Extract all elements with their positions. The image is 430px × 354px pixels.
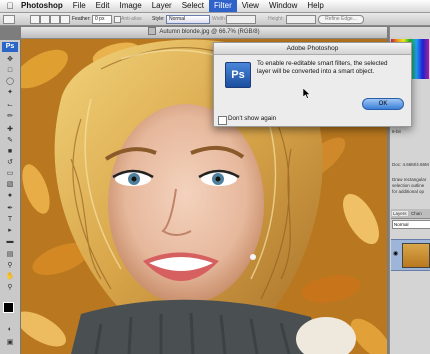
dodge-tool-icon[interactable]: ● bbox=[3, 191, 17, 200]
feather-input[interactable]: 0 px bbox=[92, 15, 112, 24]
document-title: Autumn blonde.jpg @ 66.7% (RGB/8) bbox=[159, 29, 260, 35]
layer-thumbnail bbox=[402, 243, 430, 268]
hand-tool-icon[interactable]: ✋ bbox=[3, 272, 17, 281]
menu-select[interactable]: Select bbox=[177, 0, 209, 12]
tab-channels[interactable]: Chan bbox=[411, 211, 422, 216]
ok-button[interactable]: OK bbox=[362, 98, 404, 110]
menu-file[interactable]: File bbox=[68, 0, 91, 12]
quick-mask-icon[interactable]: ◐ bbox=[3, 325, 17, 334]
marquee-tool-preset-button[interactable] bbox=[3, 15, 15, 24]
path-selection-icon[interactable]: ▸ bbox=[3, 226, 17, 235]
clone-stamp-icon[interactable]: ■ bbox=[3, 147, 17, 156]
info-hint-line-2: selection outline bbox=[392, 183, 425, 188]
antialias-checkbox[interactable] bbox=[114, 16, 121, 23]
menu-edit[interactable]: Edit bbox=[91, 0, 115, 12]
eyedropper-icon[interactable]: ⚲ bbox=[3, 261, 17, 270]
info-bit-depth: 8-bit bbox=[392, 129, 401, 134]
marquee-tool-icon[interactable]: □ bbox=[3, 66, 17, 75]
menu-filter[interactable]: Filter bbox=[208, 0, 237, 12]
new-selection-button[interactable] bbox=[30, 15, 40, 24]
add-selection-button[interactable] bbox=[40, 15, 50, 24]
lasso-tool-icon[interactable]: ◯ bbox=[3, 77, 17, 86]
move-tool-icon[interactable]: ✥ bbox=[3, 55, 17, 64]
type-tool-icon[interactable]: T bbox=[3, 215, 17, 224]
layer-row-background[interactable]: ◉ bbox=[391, 239, 430, 271]
height-input[interactable] bbox=[286, 15, 316, 24]
document-icon bbox=[148, 27, 157, 36]
dont-show-again-label: Don't show again bbox=[228, 115, 277, 122]
tab-layers[interactable]: Layers bbox=[392, 211, 408, 216]
crop-tool-icon[interactable]: ⌙ bbox=[3, 101, 17, 110]
menu-bar:  Photoshop File Edit Image Layer Select… bbox=[0, 0, 430, 13]
magic-wand-icon[interactable]: ✦ bbox=[3, 88, 17, 97]
smart-filter-dialog: Adobe Photoshop Ps To enable re-editable… bbox=[213, 42, 412, 127]
options-bar: Feather: 0 px Anti-alias Style: Normal W… bbox=[0, 13, 430, 26]
history-brush-icon[interactable]: ↺ bbox=[3, 158, 17, 167]
info-hint-line-3: for additional op bbox=[392, 189, 425, 194]
mouse-cursor-icon bbox=[303, 88, 311, 99]
layers-panel-tabs: Layers Chan bbox=[391, 209, 430, 219]
width-label: Width: bbox=[212, 16, 227, 22]
blend-mode-select[interactable]: Normal bbox=[392, 220, 430, 229]
style-label: Style: bbox=[152, 16, 165, 22]
document-title-bar[interactable]: Autumn blonde.jpg @ 66.7% (RGB/8) bbox=[21, 27, 387, 39]
pen-tool-icon[interactable]: ✒ bbox=[3, 204, 17, 213]
antialias-label: Anti-alias bbox=[121, 16, 142, 22]
height-label: Height: bbox=[268, 16, 284, 22]
notes-tool-icon[interactable]: ▤ bbox=[3, 250, 17, 259]
dont-show-again-checkbox[interactable] bbox=[218, 116, 227, 125]
slice-tool-icon[interactable]: ✏ bbox=[3, 112, 17, 121]
apple-menu-icon[interactable]:  bbox=[4, 1, 16, 11]
menu-photoshop[interactable]: Photoshop bbox=[16, 0, 68, 12]
menu-layer[interactable]: Layer bbox=[147, 0, 177, 12]
refine-edge-button[interactable]: Refine Edge... bbox=[318, 15, 364, 24]
info-hint-line-1: Draw rectangular bbox=[392, 177, 427, 182]
feather-label: Feather: bbox=[72, 16, 91, 22]
zoom-tool-icon[interactable]: ⚲ bbox=[3, 283, 17, 292]
menu-help[interactable]: Help bbox=[302, 0, 328, 12]
subtract-selection-button[interactable] bbox=[50, 15, 60, 24]
dialog-title[interactable]: Adobe Photoshop bbox=[214, 43, 411, 55]
shape-tool-icon[interactable]: ▬ bbox=[3, 237, 17, 246]
toolbox: Ps ✥ □ ◯ ✦ ⌙ ✏ ✚ ✎ ■ ↺ ▭ ▧ ● ✒ T ▸ ▬ ▤ ⚲… bbox=[0, 40, 21, 354]
style-select[interactable]: Normal bbox=[166, 15, 210, 24]
info-doc-size: Doc: 4.66M/4.66M bbox=[392, 162, 429, 167]
menu-image[interactable]: Image bbox=[114, 0, 146, 12]
layer-visibility-eye-icon[interactable]: ◉ bbox=[393, 250, 398, 257]
width-input[interactable] bbox=[226, 15, 256, 24]
dialog-message: To enable re-editable smart filters, the… bbox=[257, 60, 388, 75]
healing-brush-icon[interactable]: ✚ bbox=[3, 125, 17, 134]
menu-window[interactable]: Window bbox=[264, 0, 302, 12]
intersect-selection-button[interactable] bbox=[60, 15, 70, 24]
gradient-tool-icon[interactable]: ▧ bbox=[3, 180, 17, 189]
screen-mode-icon[interactable]: ▣ bbox=[3, 338, 17, 347]
photoshop-app-icon: Ps bbox=[225, 62, 251, 88]
menu-view[interactable]: View bbox=[237, 0, 264, 12]
ps-logo: Ps bbox=[2, 42, 18, 52]
brush-tool-icon[interactable]: ✎ bbox=[3, 136, 17, 145]
foreground-color-swatch[interactable] bbox=[3, 302, 14, 313]
eraser-tool-icon[interactable]: ▭ bbox=[3, 169, 17, 178]
